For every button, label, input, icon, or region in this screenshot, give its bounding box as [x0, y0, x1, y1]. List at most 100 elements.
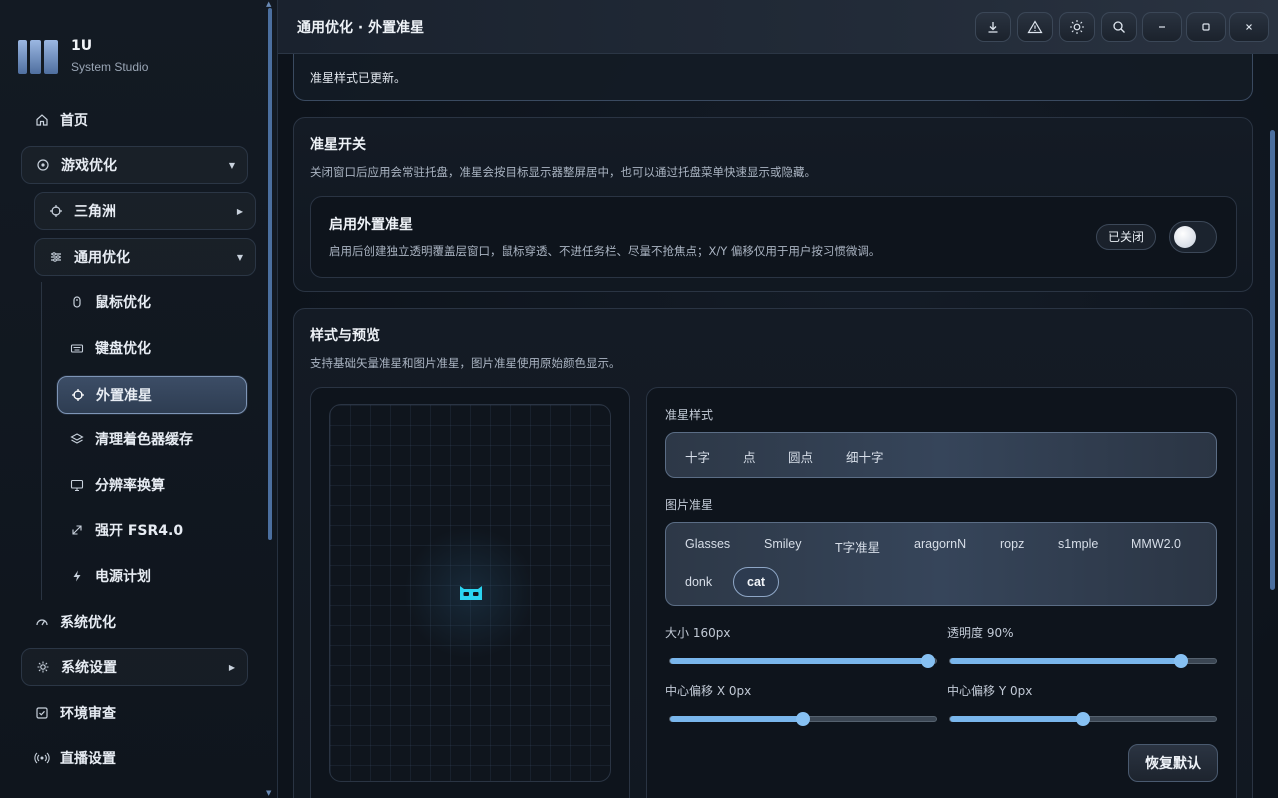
chevron-down-icon: ▼ — [228, 160, 235, 170]
size-label: 大小 160px — [665, 626, 731, 640]
image-option-t-crosshair[interactable]: T字准星 — [835, 537, 880, 556]
download-icon — [988, 22, 998, 33]
sidebar-item-label: 强开 FSR4.0 — [95, 523, 184, 539]
gauge-icon — [34, 614, 50, 630]
crosshair-toggle-card: 准星开关 关闭窗口后应用会常驻托盘，准星会按目标显示器整屏居中，也可以通过托盘菜… — [293, 117, 1253, 292]
offset-y-label: 中心偏移 Y 0px — [947, 684, 1033, 698]
sidebar-item-resolution[interactable]: 分辨率换算 — [57, 466, 247, 504]
status-notice: 准星样式已更新。 — [293, 54, 1253, 101]
slider-thumb[interactable] — [921, 654, 936, 668]
close-button[interactable] — [1229, 12, 1269, 42]
sidebar-item-label: 首页 — [60, 113, 88, 129]
image-crosshair-selector: Glasses Smiley T字准星 aragornN ropz s1mple… — [665, 522, 1217, 606]
option-description: 启用后创建独立透明覆盖层窗口，鼠标穿透、不进任务栏、尽量不抢焦点；X/Y 偏移仅… — [329, 244, 881, 258]
broadcast-icon — [34, 750, 50, 766]
image-option-cat[interactable]: cat — [733, 567, 780, 597]
sidebar-item-env-check[interactable]: 环境审查 — [34, 694, 244, 732]
sidebar-item-external-crosshair[interactable]: 外置准星 — [57, 376, 247, 414]
crosshair-circle-icon — [35, 157, 51, 173]
notice-text: 准星样式已更新。 — [310, 71, 407, 85]
slider-thumb[interactable] — [1076, 712, 1090, 726]
sidebar-item-fsr[interactable]: 强开 FSR4.0 — [57, 511, 247, 549]
style-option-thin-cross[interactable]: 细十字 — [846, 447, 884, 466]
tree-line — [41, 282, 42, 600]
slider-fill — [670, 716, 803, 722]
minimize-button[interactable] — [1142, 12, 1182, 42]
main-content: 通用优化 · 外置准星 准星样式已更新。 准星开关 关闭窗口后应用会常驻托盘，准… — [278, 0, 1278, 798]
settings-panel: 准星样式 十字 点 圆点 细十字 图片准星 Glasses Smiley T字准… — [646, 387, 1237, 798]
offset-x-slider[interactable] — [669, 712, 937, 726]
style-option-dot[interactable]: 点 — [743, 447, 756, 466]
enable-crosshair-toggle[interactable] — [1169, 221, 1217, 253]
style-option-round-dot[interactable]: 圆点 — [788, 447, 813, 466]
image-option-mmw2[interactable]: MMW2.0 — [1131, 537, 1181, 551]
sidebar-item-keyboard[interactable]: 键盘优化 — [57, 329, 247, 367]
crosshair-preview — [329, 404, 611, 782]
image-option-smiley[interactable]: Smiley — [764, 537, 802, 551]
chevron-right-icon: ▶ — [236, 206, 243, 216]
reset-default-button[interactable]: 恢复默认 — [1128, 744, 1218, 782]
maximize-icon — [1202, 23, 1210, 31]
search-button[interactable] — [1101, 12, 1137, 42]
crosshair-icon — [70, 387, 86, 403]
theme-toggle-button[interactable] — [1059, 12, 1095, 42]
warning-button[interactable] — [1017, 12, 1053, 42]
chevron-down-icon: ▼ — [236, 252, 243, 262]
offset-x-label: 中心偏移 X 0px — [665, 684, 752, 698]
card-title: 样式与预览 — [310, 328, 380, 344]
opacity-label: 透明度 90% — [947, 626, 1014, 640]
sidebar-item-delta[interactable]: 三角洲 ▶ — [34, 192, 256, 230]
image-label: 图片准星 — [665, 498, 714, 512]
sidebar-item-system-optimize[interactable]: 系统优化 — [34, 603, 244, 641]
maximize-button[interactable] — [1186, 12, 1226, 42]
download-button[interactable] — [975, 12, 1011, 42]
option-title: 启用外置准星 — [329, 217, 413, 233]
sidebar-item-label: 通用优化 — [74, 250, 130, 266]
card-description: 关闭窗口后应用会常驻托盘，准星会按目标显示器整屏居中，也可以通过托盘菜单快速显示… — [310, 165, 816, 179]
image-option-s1mple[interactable]: s1mple — [1058, 537, 1098, 551]
sun-icon — [1070, 20, 1084, 34]
sidebar-item-game-optimize[interactable]: 游戏优化 ▼ — [21, 146, 248, 184]
slider-thumb[interactable] — [1174, 654, 1189, 668]
brand: 1U System Studio — [18, 36, 148, 76]
sidebar-item-live-settings[interactable]: 直播设置 — [34, 739, 244, 777]
sidebar: 1U System Studio 首页 游戏优化 ▼ 三角洲 ▶ 通用优化 ▼ — [0, 0, 278, 798]
sidebar-item-shader-cache[interactable]: 清理着色器缓存 — [57, 420, 247, 458]
sidebar-item-label: 系统设置 — [61, 660, 117, 676]
image-option-donk[interactable]: donk — [685, 575, 712, 589]
sidebar-item-home[interactable]: 首页 — [34, 101, 244, 139]
layers-icon — [69, 431, 85, 447]
preview-panel — [310, 387, 630, 798]
sidebar-item-general-optimize[interactable]: 通用优化 ▼ — [34, 238, 256, 276]
slider-thumb[interactable] — [796, 712, 810, 726]
close-icon — [1246, 24, 1252, 30]
card-title: 准星开关 — [310, 137, 366, 153]
opacity-slider[interactable] — [949, 654, 1217, 668]
image-option-glasses[interactable]: Glasses — [685, 537, 730, 551]
sidebar-item-mouse[interactable]: 鼠标优化 — [57, 283, 247, 321]
sidebar-item-system-settings[interactable]: 系统设置 ▶ — [21, 648, 248, 686]
sidebar-scrollbar[interactable] — [268, 8, 272, 540]
style-option-cross[interactable]: 十字 — [685, 447, 710, 466]
checkbox-icon — [34, 705, 50, 721]
image-option-ropz[interactable]: ropz — [1000, 537, 1024, 551]
scroll-down-arrow[interactable]: ▼ — [266, 789, 271, 797]
scroll-up-arrow[interactable]: ▲ — [266, 0, 271, 8]
slider-fill — [670, 658, 929, 664]
chevron-right-icon: ▶ — [228, 662, 235, 672]
slider-fill — [950, 716, 1083, 722]
sidebar-item-label: 三角洲 — [74, 204, 116, 220]
sidebar-item-label: 分辨率换算 — [95, 478, 165, 494]
page-title: 通用优化 · 外置准星 — [297, 20, 425, 36]
keyboard-icon — [69, 340, 85, 356]
mouse-icon — [69, 294, 85, 310]
bolt-icon — [69, 568, 85, 584]
size-slider[interactable] — [669, 654, 937, 668]
image-option-aragornn[interactable]: aragornN — [914, 537, 966, 551]
home-icon — [34, 112, 50, 128]
slider-fill — [950, 658, 1182, 664]
sidebar-item-power-plan[interactable]: 电源计划 — [57, 557, 247, 595]
main-scrollbar[interactable] — [1270, 130, 1275, 590]
app-logo — [18, 36, 60, 76]
offset-y-slider[interactable] — [949, 712, 1217, 726]
